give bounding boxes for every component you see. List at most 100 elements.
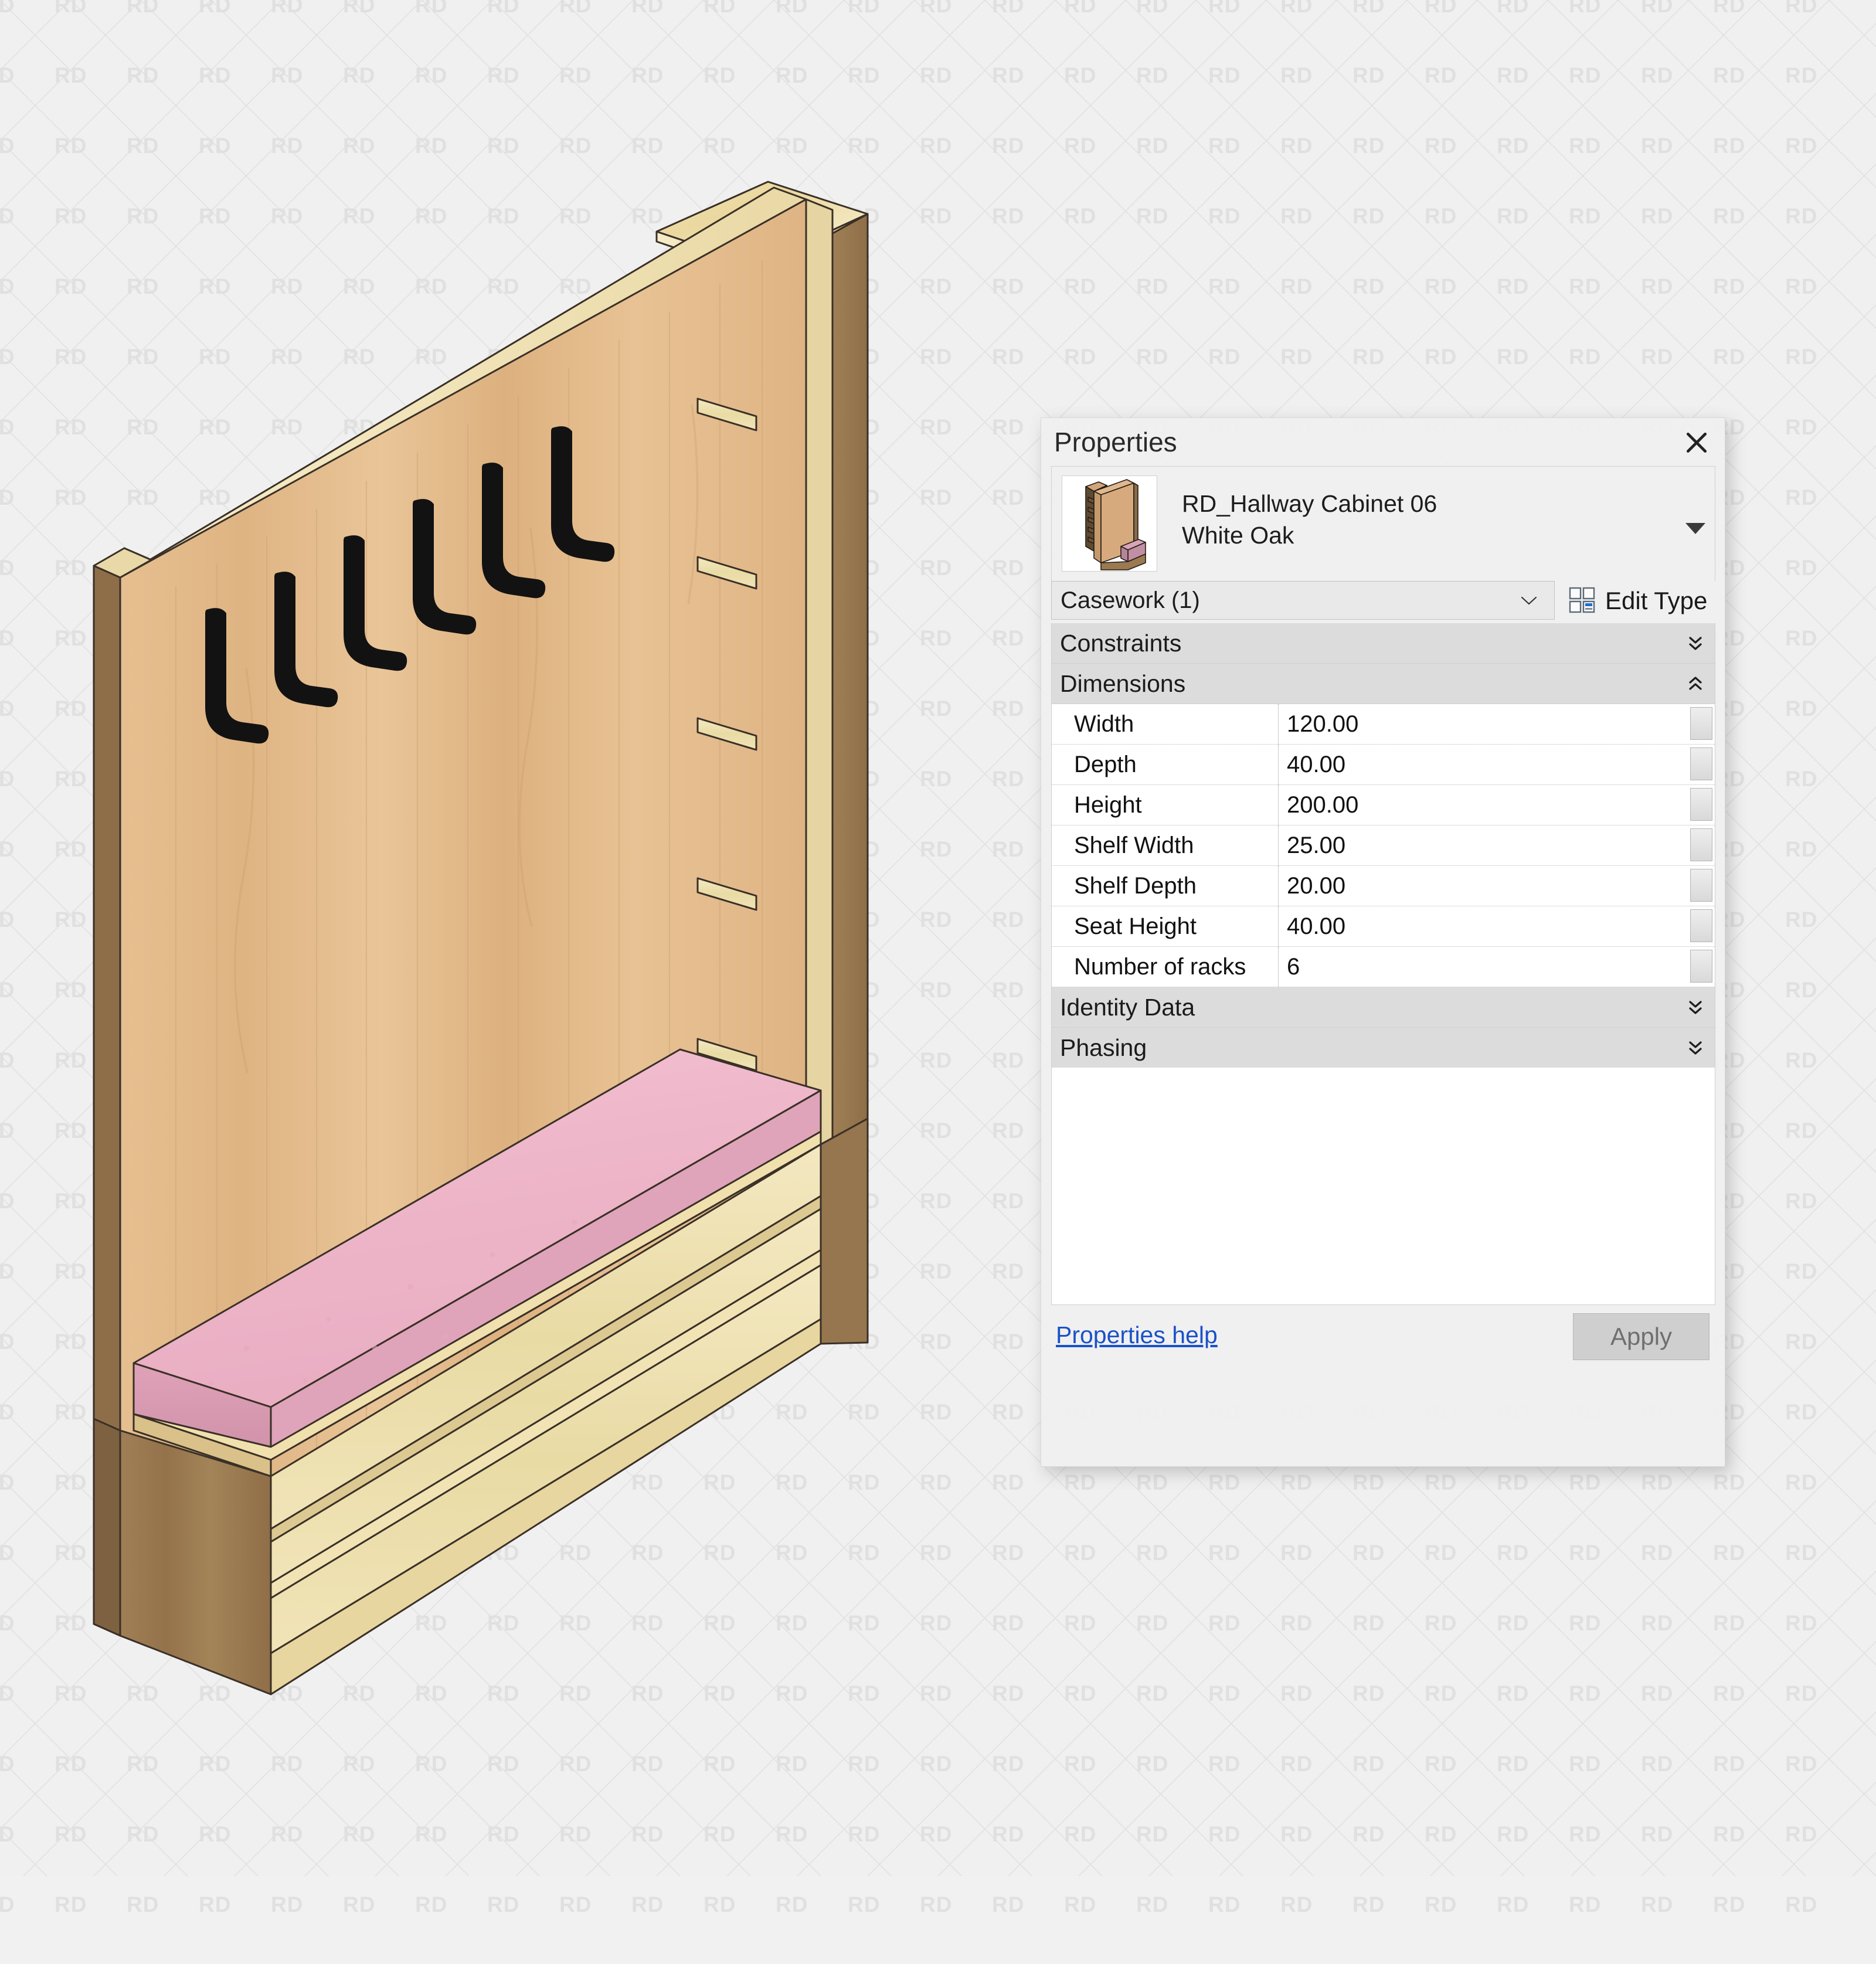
group-label: Identity Data xyxy=(1060,993,1195,1021)
watermark-tile: RD xyxy=(1569,1752,1602,1776)
watermark-tile: RD xyxy=(1064,1752,1097,1776)
parameter-associate-button[interactable] xyxy=(1690,909,1712,942)
watermark-tile: RD xyxy=(1064,0,1097,17)
parameter-associate-button[interactable] xyxy=(1690,950,1712,983)
family-select[interactable]: Casework (1) xyxy=(1051,581,1555,620)
watermark-tile: RD xyxy=(1785,1400,1818,1424)
parameter-value-input[interactable]: 200.00 xyxy=(1278,785,1715,825)
apply-button[interactable]: Apply xyxy=(1573,1313,1710,1360)
watermark-tile: RD xyxy=(1136,0,1169,17)
properties-help-link[interactable]: Properties help xyxy=(1056,1321,1218,1349)
watermark-tile: RD xyxy=(1136,1681,1169,1705)
watermark-tile: RD xyxy=(1280,134,1313,158)
watermark-tile: RD xyxy=(559,1892,592,1917)
group-header-constraints[interactable]: Constraints xyxy=(1052,623,1715,664)
watermark-tile: RD xyxy=(1064,63,1097,87)
parameter-name: Shelf Width xyxy=(1074,832,1194,858)
watermark-tile: RD xyxy=(1280,1681,1313,1705)
watermark-tile: RD xyxy=(1713,1541,1746,1565)
parameter-value-input[interactable]: 40.00 xyxy=(1278,745,1715,784)
watermark-tile: RD xyxy=(1280,63,1313,87)
watermark-tile: RD xyxy=(1208,1681,1241,1705)
parameter-row: Number of racks 6 xyxy=(1052,947,1715,987)
watermark-tile: RD xyxy=(1713,1892,1746,1917)
group-header-identity-data[interactable]: Identity Data xyxy=(1052,987,1715,1028)
parameter-value-input[interactable]: 120.00 xyxy=(1278,704,1715,744)
watermark-tile: RD xyxy=(1497,204,1530,228)
watermark-tile: RD xyxy=(1064,345,1097,369)
watermark-tile: RD xyxy=(1785,978,1818,1002)
watermark-tile: RD xyxy=(1280,345,1313,369)
parameter-value-input[interactable]: 40.00 xyxy=(1278,906,1715,946)
parameter-row: Height 200.00 xyxy=(1052,785,1715,825)
watermark-tile: RD xyxy=(1641,345,1674,369)
group-header-phasing[interactable]: Phasing xyxy=(1052,1028,1715,1068)
watermark-tile: RD xyxy=(1641,1822,1674,1846)
close-icon[interactable] xyxy=(1679,425,1714,460)
watermark-tile: RD xyxy=(1352,63,1385,87)
parameter-associate-button[interactable] xyxy=(1690,828,1712,861)
double-chevron-up-icon xyxy=(1687,674,1704,694)
edit-type-button[interactable]: Edit Type xyxy=(1568,583,1707,619)
watermark-tile: RD xyxy=(704,1892,736,1917)
watermark-tile: RD xyxy=(1713,1822,1746,1846)
parameter-row: Depth 40.00 xyxy=(1052,745,1715,785)
watermark-tile: RD xyxy=(1785,415,1818,439)
parameter-value-input[interactable]: 6 xyxy=(1278,947,1715,987)
watermark-tile: RD xyxy=(1569,274,1602,298)
watermark-tile: RD xyxy=(1569,1541,1602,1565)
parameter-value-input[interactable]: 25.00 xyxy=(1278,825,1715,865)
parameter-row: Seat Height 40.00 xyxy=(1052,906,1715,947)
watermark-tile: RD xyxy=(776,1892,808,1917)
parameter-associate-button[interactable] xyxy=(1690,788,1712,821)
watermark-tile: RD xyxy=(992,1470,1025,1494)
parameter-associate-button[interactable] xyxy=(1690,869,1712,902)
watermark-tile: RD xyxy=(1641,134,1674,158)
watermark-tile: RD xyxy=(1208,1892,1241,1917)
watermark-tile: RD xyxy=(992,204,1025,228)
watermark-tile: RD xyxy=(1136,1892,1169,1917)
watermark-tile: RD xyxy=(1785,1470,1818,1494)
panel-titlebar: Properties xyxy=(1041,418,1725,466)
parameter-name: Height xyxy=(1074,791,1142,818)
watermark-tile: RD xyxy=(1352,0,1385,17)
watermark-tile: RD xyxy=(1641,204,1674,228)
watermark-tile: RD xyxy=(1785,556,1818,580)
watermark-tile: RD xyxy=(1497,1892,1530,1917)
parameter-associate-button[interactable] xyxy=(1690,747,1712,780)
watermark-tile: RD xyxy=(1425,134,1457,158)
watermark-tile: RD xyxy=(1352,1892,1385,1917)
watermark-tile: RD xyxy=(1425,1470,1457,1494)
type-name-variant: White Oak xyxy=(1182,522,1294,549)
watermark-tile: RD xyxy=(1280,1611,1313,1635)
watermark-tile: RD xyxy=(199,1892,232,1917)
watermark-tile: RD xyxy=(1425,63,1457,87)
type-dropdown-triangle-icon[interactable] xyxy=(1685,523,1705,534)
parameter-name: Shelf Depth xyxy=(1074,872,1197,899)
watermark-tile: RD xyxy=(631,1892,664,1917)
hallway-cabinet-3d-model[interactable] xyxy=(0,0,950,1876)
watermark-tile: RD xyxy=(992,63,1025,87)
watermark-tile: RD xyxy=(1497,0,1530,17)
watermark-tile: RD xyxy=(992,0,1025,17)
watermark-tile: RD xyxy=(1208,345,1241,369)
group-header-dimensions[interactable]: Dimensions xyxy=(1052,664,1715,704)
watermark-tile: RD xyxy=(1785,1189,1818,1213)
watermark-tile: RD xyxy=(1280,1822,1313,1846)
parameter-associate-button[interactable] xyxy=(1690,707,1712,740)
watermark-tile: RD xyxy=(1569,204,1602,228)
watermark-tile: RD xyxy=(1208,1611,1241,1635)
type-name-family: RD_Hallway Cabinet 06 xyxy=(1182,490,1437,517)
watermark-tile: RD xyxy=(1713,204,1746,228)
panel-title: Properties xyxy=(1054,427,1177,457)
watermark-tile: RD xyxy=(1785,1330,1818,1354)
watermark-tile: RD xyxy=(1641,63,1674,87)
panel-footer: Properties help Apply xyxy=(1051,1305,1715,1374)
watermark-tile: RD xyxy=(992,1752,1025,1776)
watermark-tile: RD xyxy=(1280,0,1313,17)
parameter-value-input[interactable]: 20.00 xyxy=(1278,866,1715,906)
watermark-tile: RD xyxy=(1064,1681,1097,1705)
watermark-tile: RD xyxy=(1497,345,1530,369)
watermark-tile: RD xyxy=(1352,134,1385,158)
parameter-rows: Width 120.00 Depth 40.00 Height 200.00 Shelf W… xyxy=(1052,704,1715,987)
